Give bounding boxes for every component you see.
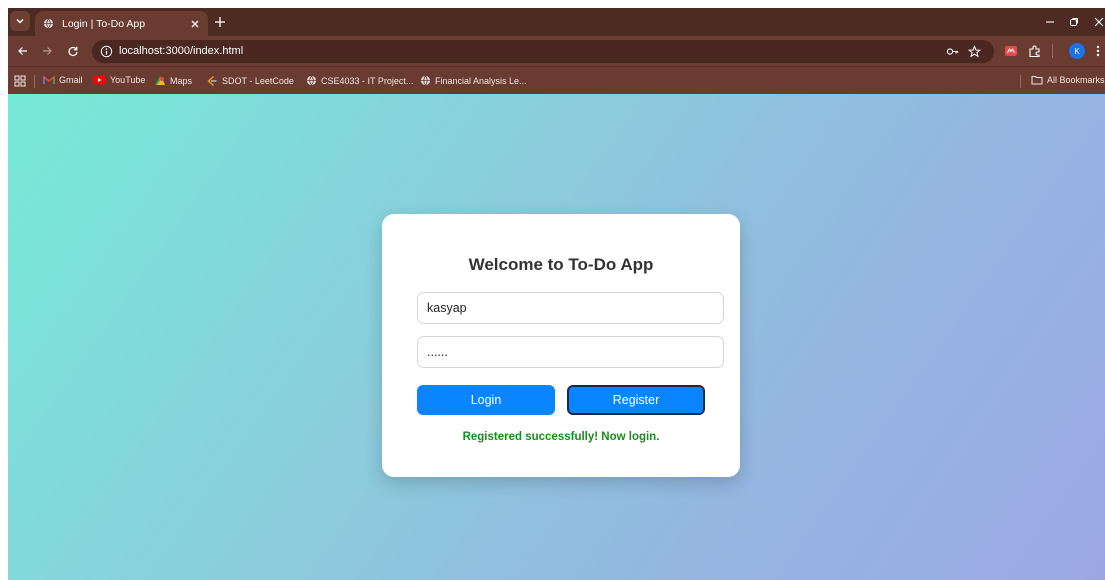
page-background: Welcome to To-Do App Login Register Regi… [8,94,1105,580]
bookmark-label: Maps [170,76,193,86]
bookmark-label: YouTube [110,75,146,85]
bookmark-label: Financial Analysis Le... [435,75,527,86]
status-message: Registered successfully! Now login. [462,431,660,443]
leetcode-icon [207,75,217,87]
bookmark-divider [34,75,35,88]
maps-icon [155,76,165,85]
bookmark-financial-analysis[interactable]: Financial Analysis Le... [420,75,527,86]
all-bookmarks-button[interactable]: All Bookmarks [1031,75,1105,85]
register-button[interactable]: Register [567,385,705,415]
minimize-icon[interactable] [1044,16,1056,28]
avatar[interactable]: K [1069,43,1085,59]
folder-icon [1031,76,1043,85]
tab-strip: Login | To-Do App [8,8,1105,36]
bookmark-label: SDOT - LeetCode [222,76,294,86]
page-title: Welcome to To-Do App [468,255,654,274]
puzzle-icon[interactable] [1028,44,1042,58]
bookmark-label: Gmail [59,75,83,85]
username-input[interactable] [417,292,724,324]
tab-search-icon[interactable] [10,11,30,31]
more-icon[interactable] [1094,44,1102,58]
back-arrow-icon[interactable] [17,45,29,57]
tab-title: Login | To-Do App [62,17,146,30]
globe-icon [420,75,431,86]
address-row: localhost:3000/index.html K [8,36,1105,66]
gmail-icon [43,75,55,84]
bookmark-youtube[interactable]: YouTube [93,75,145,85]
password-input[interactable] [417,336,724,368]
globe-icon [306,75,317,86]
toolbar-divider [1052,44,1053,58]
reload-icon[interactable] [67,45,79,57]
extension-icon[interactable] [1004,44,1018,58]
bookmark-cse4033[interactable]: CSE4033 - IT Project... [306,75,413,86]
forward-arrow-icon[interactable] [41,45,53,57]
login-button[interactable]: Login [417,385,555,415]
login-card: Welcome to To-Do App Login Register Regi… [382,214,740,477]
tab-login[interactable]: Login | To-Do App [35,11,208,36]
youtube-icon [93,75,106,85]
plus-icon[interactable] [213,15,227,29]
address-bar[interactable]: localhost:3000/index.html [92,40,994,63]
bookmark-label: CSE4033 - IT Project... [321,75,414,86]
restore-icon[interactable] [1068,16,1080,28]
close-icon[interactable] [190,19,200,29]
info-icon[interactable] [100,45,113,58]
bookmark-maps[interactable]: Maps [154,75,192,87]
apps-grid-icon[interactable] [14,75,26,87]
all-bookmarks-label: All Bookmarks [1047,75,1105,85]
close-icon[interactable] [1093,16,1105,28]
key-icon[interactable] [946,45,959,58]
browser-chrome: Login | To-Do App localhost:3000/index.h… [8,8,1105,94]
bookmarks-bar: Gmail YouTube Maps SDOT - LeetCode CSE40… [8,66,1105,94]
bookmark-gmail[interactable]: Gmail [43,75,83,85]
bookmark-divider [1020,75,1021,88]
star-icon[interactable] [968,45,981,58]
url-text: localhost:3000/index.html [119,45,244,57]
globe-icon [43,18,54,29]
bookmark-leetcode[interactable]: SDOT - LeetCode [206,75,294,87]
